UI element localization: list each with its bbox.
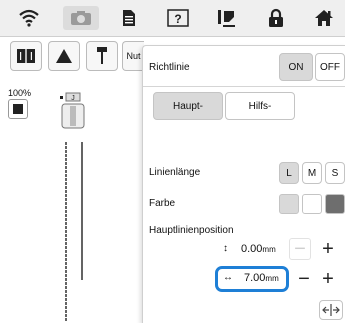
help-icon[interactable]: ? [164,6,192,30]
length-m-button[interactable]: M [302,162,322,184]
panel-title: Richtlinie [149,62,190,73]
stitch-preview [65,142,83,322]
color-white-button[interactable] [302,194,322,214]
needle-button[interactable] [86,41,118,71]
off-button[interactable]: OFF [315,53,345,81]
lock-icon[interactable] [264,6,288,30]
presser-foot-icon: J [60,92,85,129]
tab-aux[interactable]: Hilfs- [225,92,295,120]
vertical-unit: mm [262,245,276,254]
position-label: Hauptlinienposition [149,225,234,236]
center-button[interactable] [319,300,343,320]
on-button[interactable]: ON [279,53,313,81]
book-icon [17,49,35,63]
horizontal-plus-button[interactable]: + [317,268,339,290]
zoom-level: 100% [8,88,32,98]
svg-text:J: J [71,95,75,102]
length-l-button[interactable]: L [279,162,299,184]
nut-button[interactable]: Nut [122,41,144,71]
horizontal-value: 7.00 [244,272,266,284]
vertical-value: 0.00 [241,243,263,255]
svg-text:?: ? [174,12,181,26]
vertical-arrow-icon: ↕ [223,243,228,254]
length-s-button[interactable]: S [325,162,345,184]
center-align-icon [322,304,340,316]
tab-main[interactable]: Haupt- [153,92,223,120]
color-gray-button[interactable] [279,194,299,214]
vertical-value-display: 0.00mm [241,243,276,255]
mirror-button[interactable] [48,41,80,71]
sew-icon[interactable] [214,6,240,30]
horizontal-value-display: 7.00mm [244,272,279,284]
wifi-icon[interactable] [16,6,42,30]
camera-icon[interactable] [63,6,99,30]
horizontal-arrow-icon: ↔ [223,272,233,283]
divider [143,86,345,87]
guideline-panel: Richtlinie ON OFF Haupt- Hilfs- Linienlä… [142,45,345,323]
vertical-minus-button[interactable]: − [289,238,311,260]
horizontal-unit: mm [265,274,279,283]
vertical-plus-button[interactable]: + [317,238,339,260]
color-dark-button[interactable] [325,194,345,214]
needle-icon [97,47,107,64]
pattern-button[interactable] [10,41,42,71]
color-label: Farbe [149,198,176,209]
horizontal-minus-button[interactable]: − [293,268,315,290]
triangle-icon [56,49,72,63]
home-icon[interactable] [312,6,336,30]
thread-color-swatch[interactable] [8,99,28,119]
top-toolbar: ? [0,0,345,37]
nut-button-label: Nut [126,51,141,61]
document-icon[interactable] [117,6,141,30]
line-length-label: Linienlänge [149,167,201,178]
